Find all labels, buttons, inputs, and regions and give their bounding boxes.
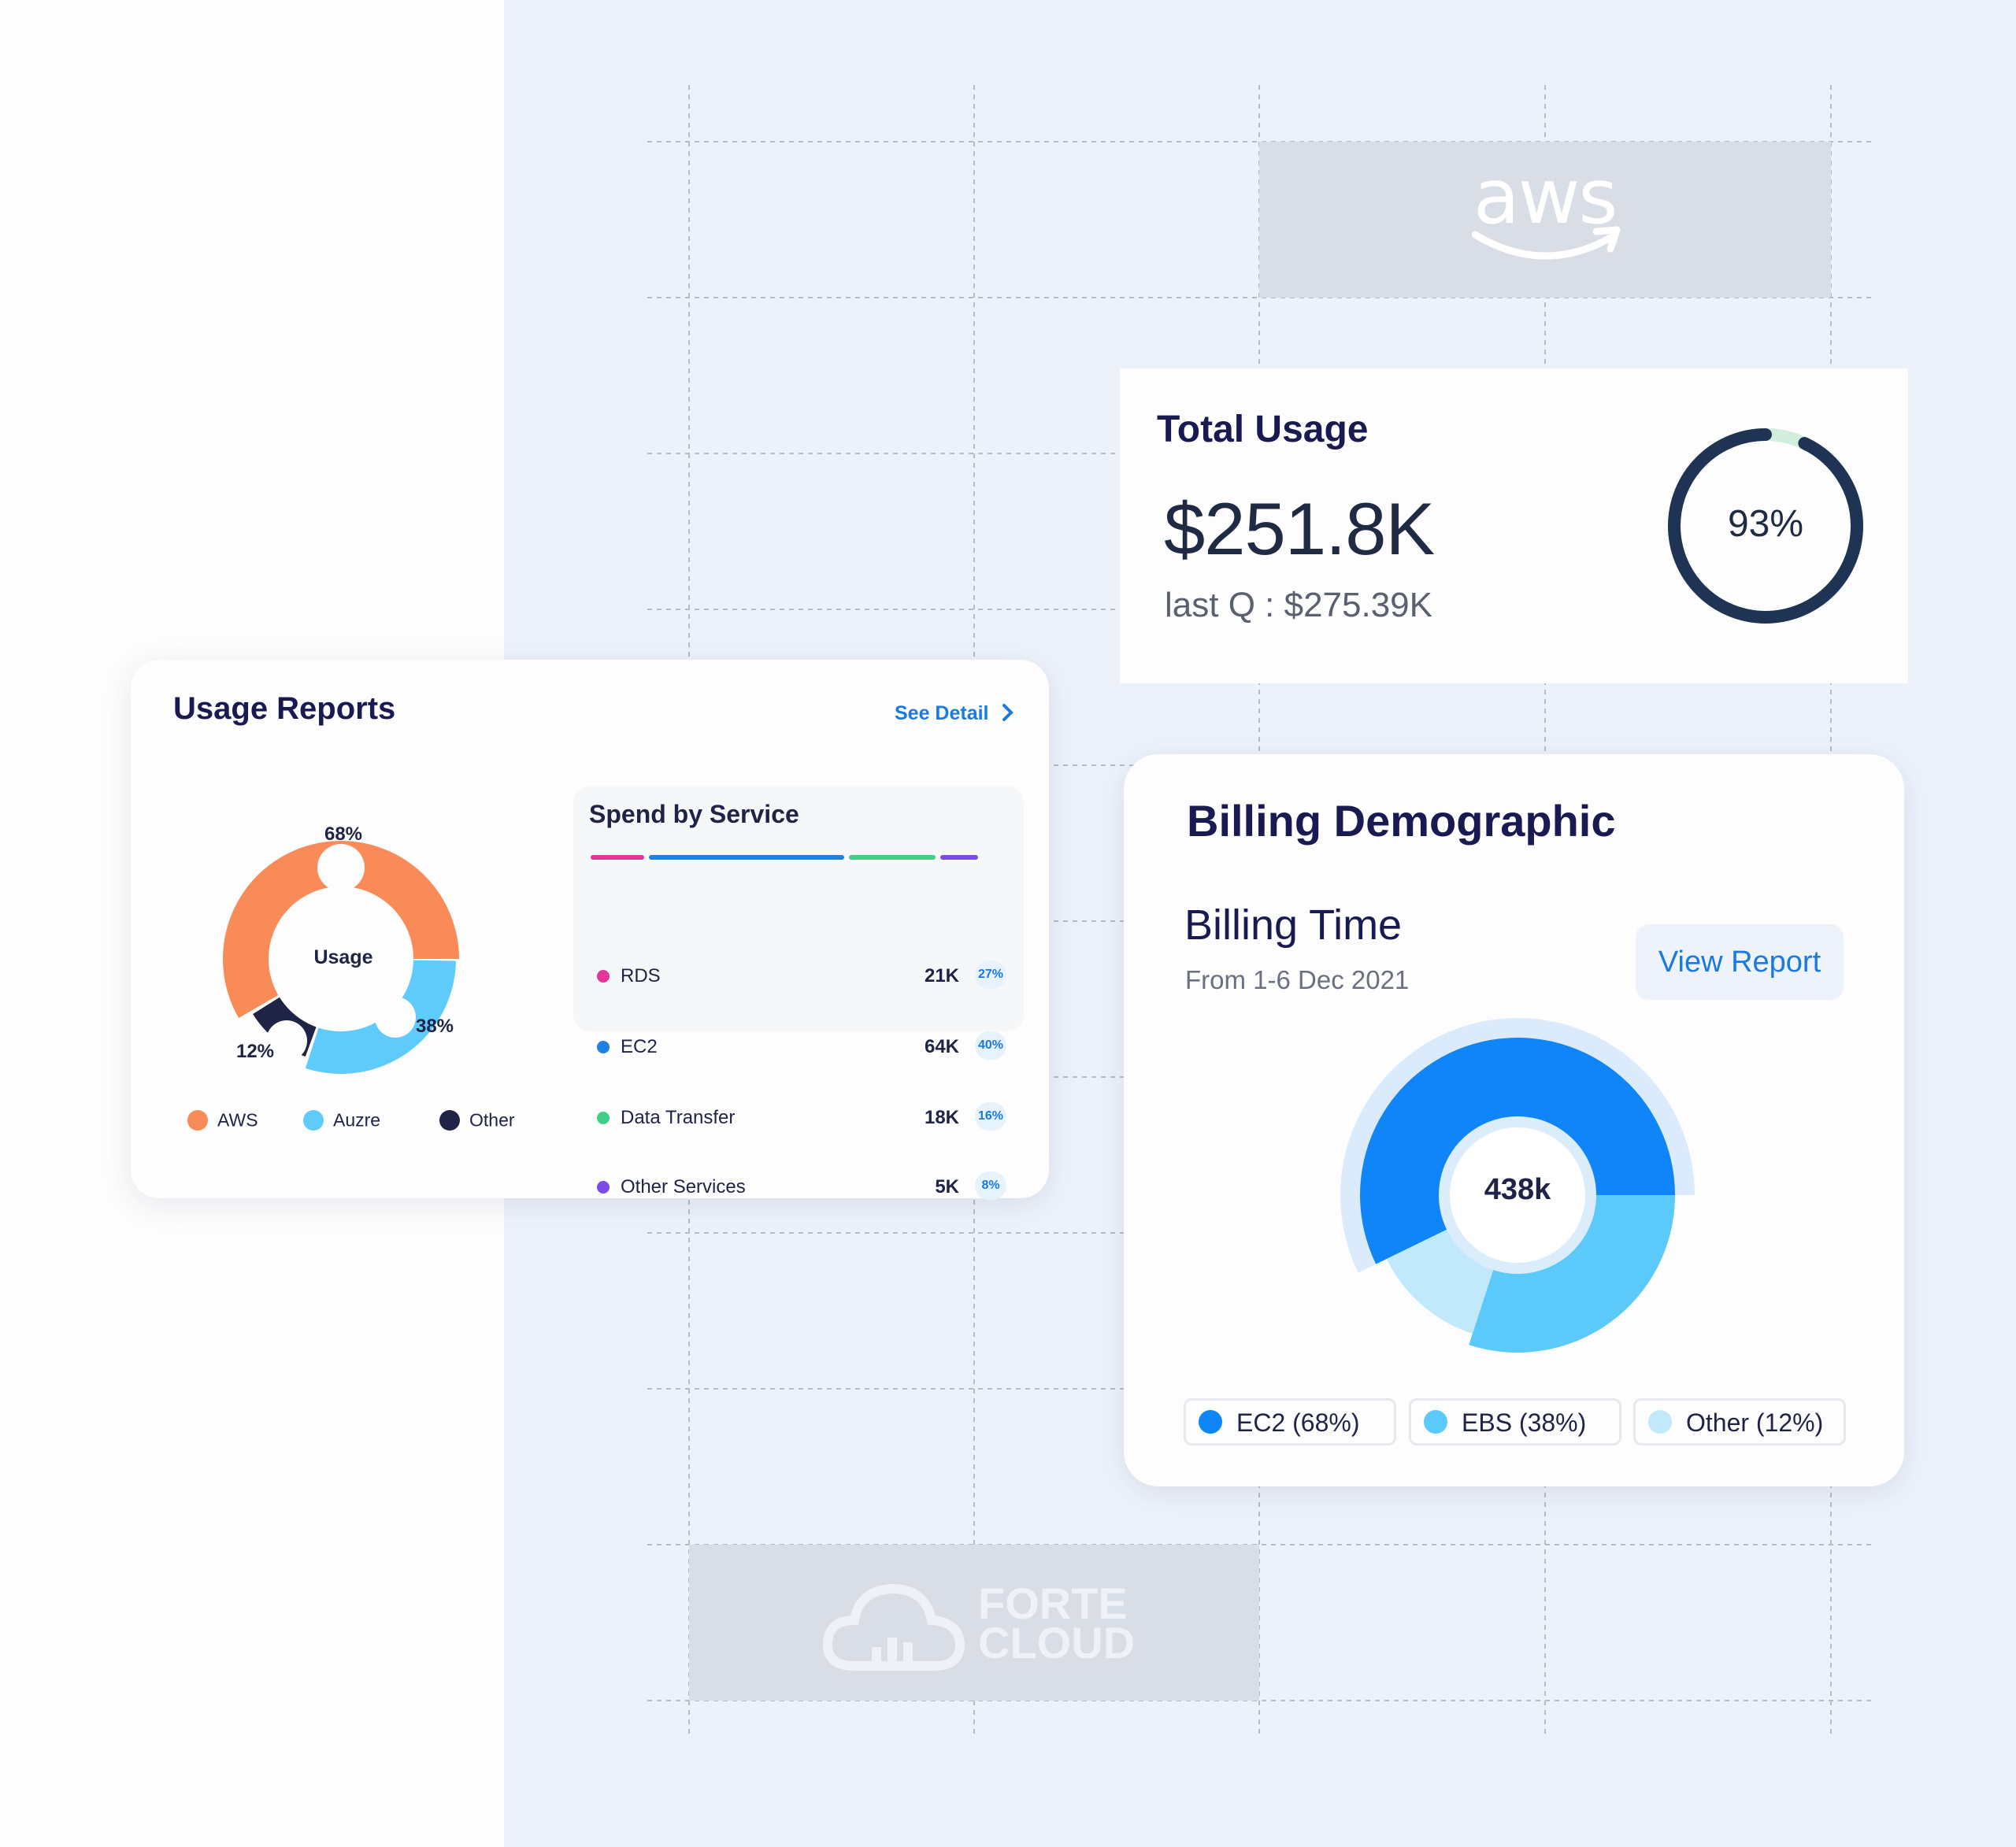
legend-dot-azure [303, 1109, 324, 1131]
row-name: Other Services [621, 1176, 746, 1197]
row-value: 18K [924, 1107, 959, 1128]
legend-label-other: Other (12%) [1686, 1408, 1824, 1437]
row-name: RDS [621, 965, 661, 986]
billing-date-range: From 1-6 Dec 2021 [1185, 965, 1410, 994]
row-percent-badge: 40% [975, 1031, 1006, 1060]
row-value: 21K [924, 965, 959, 986]
legend-dot-ec2 [1199, 1410, 1222, 1434]
row-dot-rds [597, 970, 610, 983]
billing-subtitle: Billing Time [1184, 901, 1403, 949]
row-value: 5K [935, 1176, 959, 1197]
legend-dot-other [439, 1109, 460, 1131]
billing-title: Billing Demographic [1187, 796, 1616, 846]
usage-reports-card: Usage Reports See Detail 68% 38% 12% Usa… [131, 660, 1049, 1200]
legend-dot-ebs [1424, 1410, 1447, 1434]
billing-demographic-card: Billing Demographic Billing Time From 1-… [1124, 754, 1904, 1486]
aws-logo-box: aws [1259, 142, 1831, 298]
forte-text-line2: CLOUD [978, 1618, 1136, 1667]
table-row: Other Services 5K 8% [573, 1171, 1024, 1203]
legend-dot-aws [187, 1109, 208, 1131]
legend-item-other: Other [439, 1109, 515, 1131]
billing-legend-ec2: EC2 (68%) [1184, 1398, 1396, 1445]
row-percent-badge: 27% [975, 961, 1006, 989]
total-usage-percent: 93% [1727, 503, 1804, 545]
azure-pct-bubble [375, 997, 416, 1038]
total-usage-title: Total Usage [1157, 409, 1369, 450]
total-usage-card: Total Usage $251.8K last Q : $275.39K 93… [1120, 368, 1908, 683]
legend-label-ebs: EBS (38%) [1462, 1408, 1587, 1437]
cloud-icon [823, 1583, 965, 1671]
table-row: EC2 64K 40% [573, 1031, 1024, 1063]
legend-label-ec2: EC2 (68%) [1236, 1408, 1360, 1437]
billing-legend-ebs: EBS (38%) [1409, 1398, 1621, 1445]
legend-label-aws: AWS [217, 1109, 258, 1131]
aws-pct-bubble [317, 844, 365, 891]
usage-reports-title: Usage Reports [173, 691, 396, 726]
row-dot-data-transfer [597, 1112, 610, 1124]
view-report-button[interactable]: View Report [1636, 924, 1844, 1000]
row-percent-badge: 16% [975, 1102, 1006, 1131]
row-name: Data Transfer [621, 1107, 736, 1128]
row-name: EC2 [621, 1036, 658, 1057]
see-detail-label: See Detail [895, 702, 989, 724]
row-value: 64K [924, 1036, 959, 1057]
chevron-right-icon [1002, 704, 1014, 721]
total-usage-amount: $251.8K [1164, 487, 1435, 570]
row-dot-other-services [597, 1181, 610, 1194]
aws-percent-label: 68% [324, 824, 363, 845]
legend-label-other: Other [469, 1109, 515, 1131]
see-detail-link[interactable]: See Detail [895, 702, 1016, 725]
last-quarter-amount: last Q : $275.39K [1165, 586, 1432, 624]
other-percent-label: 12% [235, 1041, 275, 1062]
billing-center-value: 438k [1484, 1173, 1551, 1206]
legend-item-azure: Auzre [303, 1109, 380, 1131]
aws-smile-icon [1472, 226, 1621, 260]
forte-cloud-logo-box: FORTE CLOUD [689, 1545, 1259, 1701]
legend-label-azure: Auzre [333, 1109, 381, 1131]
donut-center-label: Usage [313, 946, 373, 968]
table-row: RDS 21K 27% [573, 961, 1024, 992]
legend-dot-other [1648, 1410, 1672, 1434]
table-row: Data Transfer 18K 16% [573, 1102, 1024, 1134]
billing-legend-other: Other (12%) [1633, 1398, 1846, 1445]
legend-item-aws: AWS [187, 1109, 258, 1131]
spend-rows: RDS 21K 27% EC2 64K 40% Data Transfer 18… [573, 786, 1024, 1200]
row-dot-ec2 [597, 1041, 610, 1053]
row-percent-badge: 8% [975, 1171, 1006, 1200]
azure-percent-label: 38% [415, 1016, 454, 1037]
